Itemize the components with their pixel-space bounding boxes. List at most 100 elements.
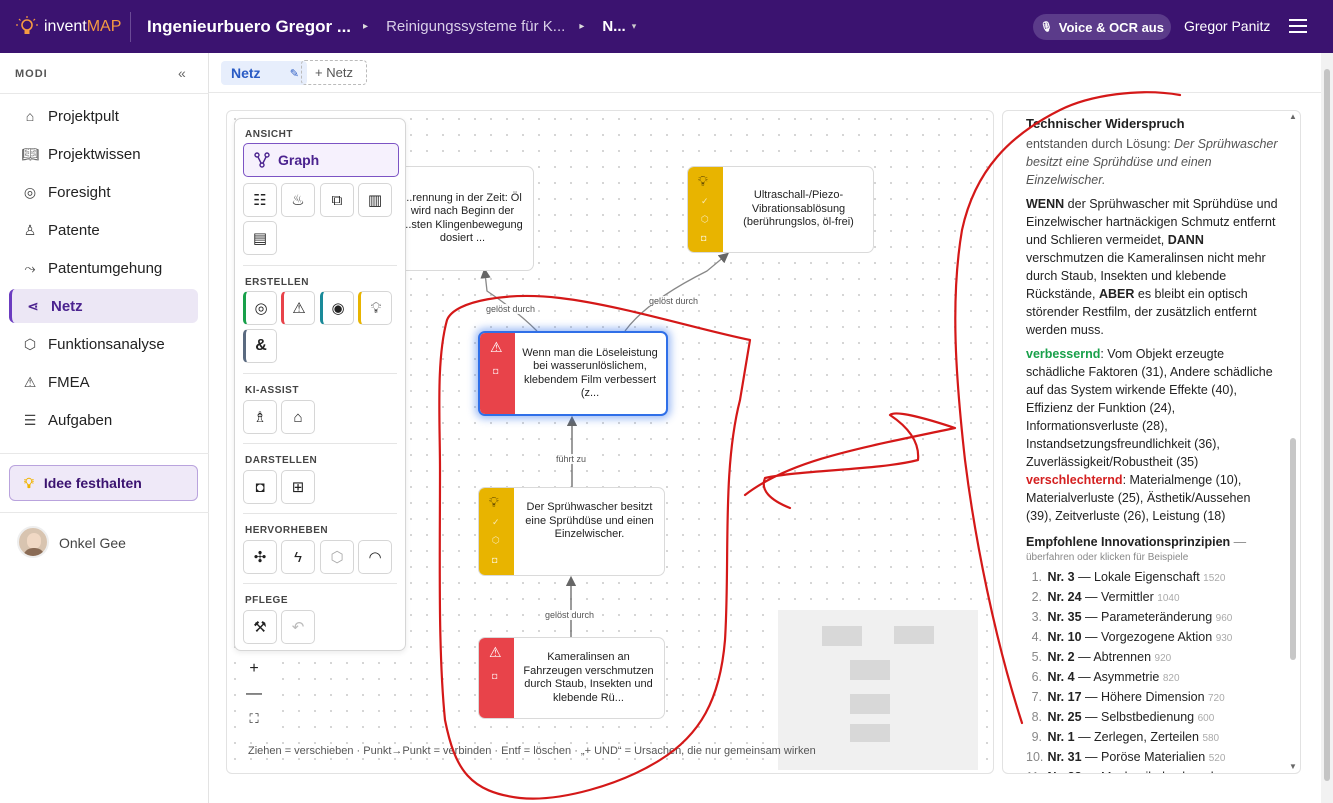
sidebar-item-label: Netz xyxy=(51,297,83,315)
sidebar-item-label: Foresight xyxy=(48,183,111,201)
camera-icon: ◘ xyxy=(492,671,498,681)
avatar[interactable] xyxy=(17,526,49,558)
page-scrollbar[interactable] xyxy=(1321,53,1333,803)
add-tab-button[interactable]: + Netz xyxy=(301,60,367,85)
tab-netz[interactable]: Netz ✎ xyxy=(221,61,307,85)
edge-line[interactable] xyxy=(624,252,729,332)
sidebar-item-funktionsanalyse[interactable]: ⬡ Funktionsanalyse xyxy=(9,327,198,361)
principle-item[interactable]: 1. Nr. 3 — Lokale Eigenschaft 1520 xyxy=(1026,568,1278,588)
breadcrumb-topic[interactable]: Reinigungssysteme für K... xyxy=(386,18,565,35)
palette-section-highlight: HERVORHEBEN xyxy=(245,525,329,536)
comments-button[interactable]: ▤ xyxy=(243,221,277,255)
hamburger-menu-icon[interactable] xyxy=(1289,19,1307,33)
highlight-gauge-button[interactable]: ◠ xyxy=(358,540,392,574)
home-icon: ⌂ xyxy=(25,108,35,124)
edge-label: gelöst durch xyxy=(543,610,597,620)
undo-button[interactable]: ↶ xyxy=(281,610,315,644)
chevron-down-icon[interactable]: ▾ xyxy=(632,21,637,32)
shapes-view-button[interactable]: ⧉ xyxy=(320,183,354,217)
create-and-button[interactable]: & xyxy=(243,329,277,363)
filter-sliders-button[interactable]: ☷ xyxy=(243,183,277,217)
scroll-up-icon[interactable]: ▲ xyxy=(1289,112,1297,121)
header-divider xyxy=(130,11,131,42)
graph-node-selected-contradiction[interactable]: ⚠︎ ◘ Wenn man die Löseleistung bei wasser… xyxy=(478,331,668,416)
graph-node-spray-washer[interactable]: 💡︎ ✓ ⬡ ◘ Der Sprühwascher besitzt eine Sprü… xyxy=(478,487,665,576)
principle-item[interactable]: 9. Nr. 1 — Zerlegen, Zerteilen 580 xyxy=(1026,728,1278,748)
highlight-cube-button[interactable]: ⬡ xyxy=(320,540,354,574)
breadcrumb-project[interactable]: Ingenieurbuero Gregor ... xyxy=(147,17,351,37)
create-goal-button[interactable]: ◎ xyxy=(243,291,277,325)
sidebar-divider xyxy=(0,453,209,454)
principle-item[interactable]: 8. Nr. 25 — Selbstbedienung 600 xyxy=(1026,708,1278,728)
breadcrumb-current[interactable]: N... xyxy=(602,18,625,35)
sidebar-item-patente[interactable]: ♙ Patente xyxy=(9,213,198,247)
canvas-hint: Ziehen = verschieben · Punkt→Punkt = ver… xyxy=(248,745,816,757)
lightbulb-icon: 💡︎ xyxy=(489,494,499,510)
check-icon: ✓ xyxy=(701,196,709,206)
app-logo[interactable]: inventMAP xyxy=(16,15,130,38)
node-text: Wenn man die Löseleistung bei wasserunlö… xyxy=(522,346,658,400)
scroll-down-icon[interactable]: ▼ xyxy=(1289,762,1297,771)
highlight-hub-button[interactable]: ✣ xyxy=(243,540,277,574)
pencil-icon[interactable]: ✎ xyxy=(290,67,299,80)
sidebar-item-netz[interactable]: ⋖ Netz xyxy=(9,289,198,323)
node-text: Kameralinsen an Fahrzeugen verschmutzen … xyxy=(523,651,654,704)
graph-view-button[interactable]: Graph xyxy=(243,143,399,177)
idea-type-bar: 💡︎ ✓ ⬡ ◘ xyxy=(688,167,723,252)
page-scroll-thumb[interactable] xyxy=(1324,69,1330,781)
principle-item[interactable]: 7. Nr. 17 — Höhere Dimension 720 xyxy=(1026,688,1278,708)
sidebar-divider xyxy=(0,512,209,513)
edge-line[interactable] xyxy=(480,267,538,332)
problem-type-bar: ⚠︎ ◘ xyxy=(479,638,514,718)
principle-item[interactable]: 2. Nr. 24 — Vermittler 1040 xyxy=(1026,588,1278,608)
sidebar-user-name[interactable]: Onkel Gee xyxy=(59,535,126,551)
grid-layout-button[interactable]: ⊞ xyxy=(281,470,315,504)
warning-icon: ⚠︎ xyxy=(489,644,502,660)
collapse-sidebar-icon[interactable]: « xyxy=(178,65,186,81)
zoom-out-button[interactable]: — xyxy=(240,682,268,706)
create-problem-button[interactable]: ⚠︎ xyxy=(281,291,315,325)
cube-icon: ⬡ xyxy=(330,549,344,566)
create-observation-button[interactable]: ◉ xyxy=(320,291,354,325)
fit-view-button[interactable]: ⛶ xyxy=(240,707,268,731)
heat-view-button[interactable]: ♨ xyxy=(281,183,315,217)
palette-divider xyxy=(243,583,397,584)
graph-node-ultrasonic[interactable]: 💡︎ ✓ ⬡ ◘ Ultraschall-/Piezo-Vibrationsablös… xyxy=(687,166,874,253)
principle-item[interactable]: 3. Nr. 35 — Parameteränderung 960 xyxy=(1026,608,1278,628)
idea-capture-button[interactable]: 💡︎ Idee festhalten xyxy=(9,465,198,501)
principle-item[interactable]: 4. Nr. 10 — Vorgezogene Aktion 930 xyxy=(1026,628,1278,648)
principles-hint: überfahren oder klicken für Beispiele xyxy=(1026,552,1189,563)
highlight-lightning-button[interactable]: ϟ xyxy=(281,540,315,574)
sidebar-item-projektwissen[interactable]: 📖︎ Projektwissen xyxy=(9,137,198,171)
principle-item[interactable]: 5. Nr. 2 — Abtrennen 920 xyxy=(1026,648,1278,668)
flame-icon: ♨ xyxy=(291,192,305,209)
voice-ocr-toggle[interactable]: 🎙︎ Voice & OCR aus xyxy=(1033,14,1171,40)
ai-assist-button[interactable]: ♗ xyxy=(243,400,277,434)
principle-item[interactable]: 10. Nr. 31 — Poröse Materialien 520 xyxy=(1026,748,1278,768)
warning-icon: ⚠︎ xyxy=(490,339,503,355)
graph-node-lens-dirt[interactable]: ⚠︎ ◘ Kameralinsen an Fahrzeugen verschmut… xyxy=(478,637,665,719)
palette-divider xyxy=(243,443,397,444)
principle-item[interactable]: 6. Nr. 4 — Asymmetrie 820 xyxy=(1026,668,1278,688)
zoom-in-button[interactable]: + xyxy=(240,657,268,681)
sidebar-item-foresight[interactable]: ◎ Foresight xyxy=(9,175,198,209)
user-name[interactable]: Gregor Panitz xyxy=(1184,18,1270,34)
sidebar-item-fmea[interactable]: ⚠︎ FMEA xyxy=(9,365,198,399)
cube-icon: ⬡ xyxy=(701,214,709,224)
principle-item[interactable]: 11. Nr. 28 — Mechanik durch andere xyxy=(1026,768,1278,773)
sidebar-item-patentumgehung[interactable]: ⤳ Patentumgehung xyxy=(9,251,198,285)
chart-view-button[interactable]: ▥ xyxy=(358,183,392,217)
graph-icon xyxy=(254,152,270,168)
tool-palette: ANSICHT Graph ☷ ♨ ⧉ ▥ ▤ ERSTELLEN ◎ ⚠︎ ◉… xyxy=(234,118,406,651)
check-icon: ✓ xyxy=(492,517,500,527)
tag-button[interactable]: ⌂ xyxy=(281,400,315,434)
panel-scroll-thumb[interactable] xyxy=(1290,438,1296,660)
create-idea-button[interactable]: 💡︎ xyxy=(358,291,392,325)
voice-label: Voice & OCR aus xyxy=(1058,19,1164,35)
sidebar-item-aufgaben[interactable]: ☰ Aufgaben xyxy=(9,403,198,437)
screenshot-button[interactable]: ◘ xyxy=(243,470,277,504)
panel-scrollbar[interactable]: ▲ ▼ xyxy=(1287,112,1299,772)
cleanup-button[interactable]: ⚒ xyxy=(243,610,277,644)
sidebar-item-projektpult[interactable]: ⌂ Projektpult xyxy=(9,99,198,133)
sidebar: MODI « ⌂ Projektpult 📖︎ Projektwissen ◎ For… xyxy=(0,53,209,803)
